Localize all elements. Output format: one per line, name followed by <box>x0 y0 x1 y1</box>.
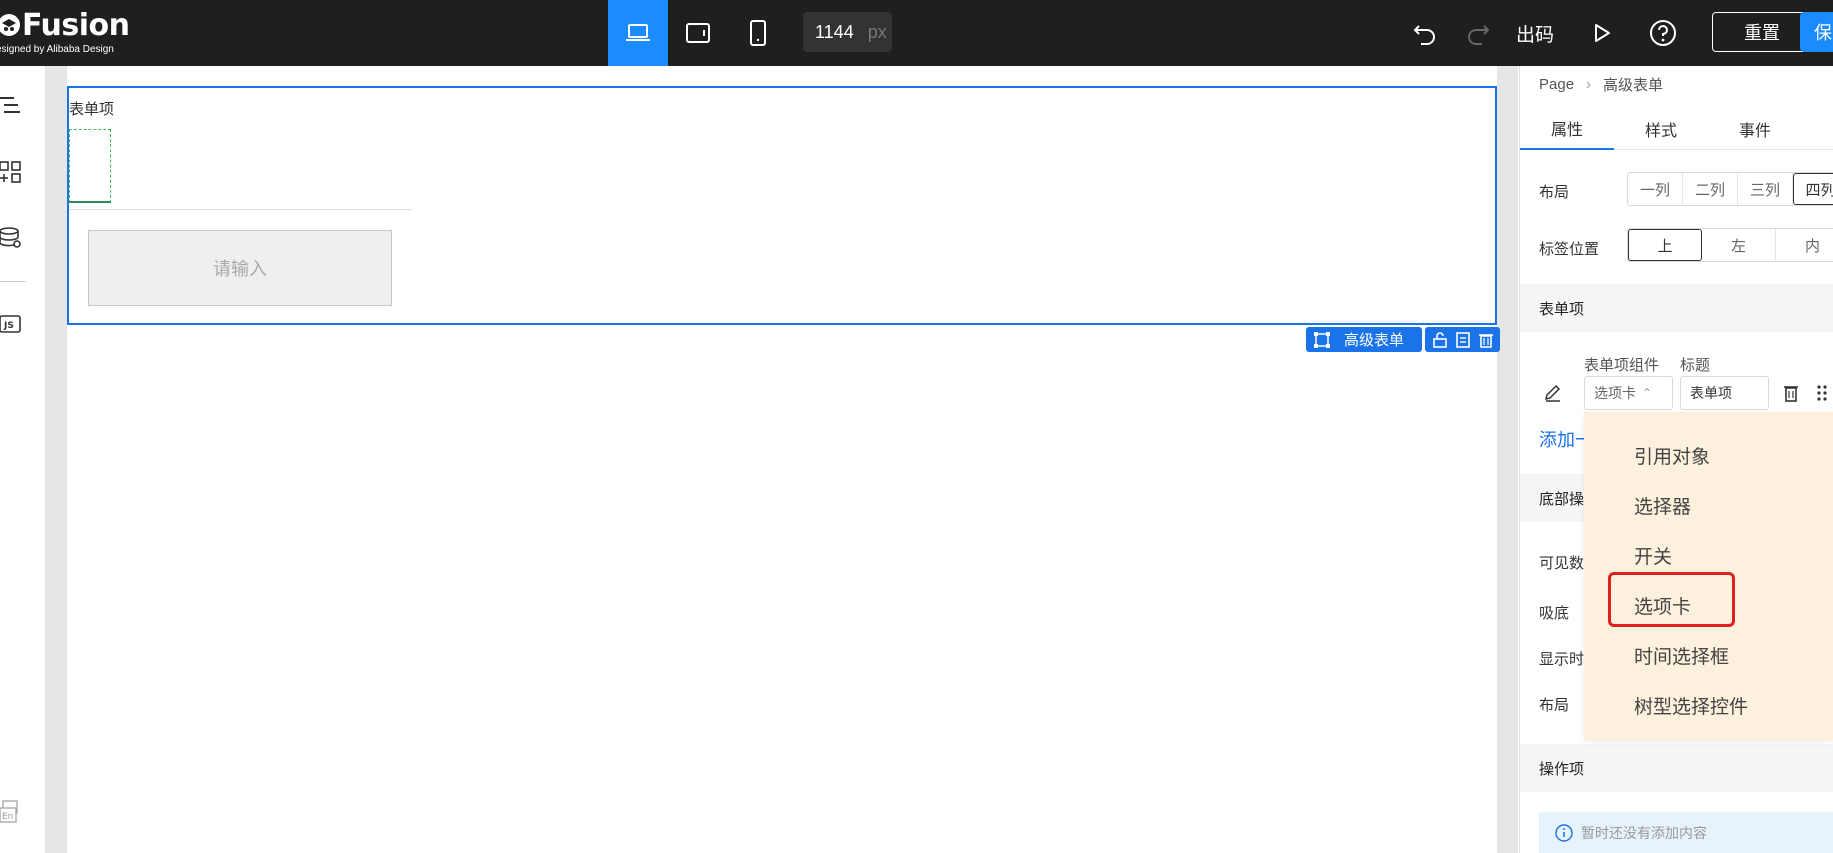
redo-icon <box>1468 25 1490 45</box>
layout-option-4[interactable]: 四列 <box>1793 173 1833 205</box>
copy-icon[interactable] <box>1455 331 1471 348</box>
layout-option-2[interactable]: 二列 <box>1683 173 1738 205</box>
lock-icon[interactable] <box>1432 331 1448 348</box>
tab-events[interactable]: 事件 <box>1708 108 1802 150</box>
label-pos-inside[interactable]: 内 <box>1776 229 1833 261</box>
panel-tabs: 属性 样式 事件 高 <box>1520 108 1833 150</box>
component-select[interactable]: 选项卡 ⌃ <box>1584 376 1673 410</box>
label-position-segmented: 上 左 内 <box>1627 228 1833 262</box>
outline-tree-icon[interactable] <box>0 94 22 118</box>
device-desktop-button[interactable] <box>608 0 668 66</box>
selection-toolbar: 高级表单 <box>1306 327 1500 352</box>
form-item-label: 表单项 <box>69 101 115 118</box>
tab-properties[interactable]: 属性 <box>1520 108 1614 150</box>
canvas-width-unit: px <box>867 21 887 42</box>
frame-icon <box>1314 331 1330 348</box>
svg-text:En: En <box>2 812 13 822</box>
form-items-section[interactable]: 表单项 <box>1520 284 1833 332</box>
trash-icon[interactable] <box>1783 384 1799 402</box>
delete-icon[interactable] <box>1478 332 1494 348</box>
form-item-slot[interactable] <box>69 129 111 203</box>
device-switcher <box>608 0 788 66</box>
logo-subtitle: esigned by Alibaba Design <box>0 44 114 55</box>
selected-component-tag[interactable]: 高级表单 <box>1306 327 1422 352</box>
dropdown-option-select[interactable]: 选择器 <box>1634 492 1691 519</box>
form-divider <box>69 209 412 210</box>
language-icon[interactable]: En <box>0 800 22 824</box>
form-text-input[interactable]: 请输入 <box>88 230 392 306</box>
tab-advanced[interactable]: 高 <box>1802 108 1833 150</box>
logo-title: Fusion <box>22 8 130 43</box>
fusion-logo-icon <box>0 14 20 36</box>
tablet-icon <box>686 23 710 43</box>
label-position-label: 标签位置 <box>1539 241 1600 258</box>
tab-style[interactable]: 样式 <box>1614 108 1708 150</box>
fusion-logo: Fusion esigned by Alibaba Design <box>0 6 130 56</box>
highlight-box <box>1608 572 1735 627</box>
selected-component-name: 高级表单 <box>1344 332 1405 349</box>
dropdown-option-reference-object[interactable]: 引用对象 <box>1634 442 1710 469</box>
dropdown-option-time-picker[interactable]: 时间选择框 <box>1634 642 1729 669</box>
component-select-value: 选项卡 <box>1594 385 1636 401</box>
device-tablet-button[interactable] <box>668 0 728 66</box>
js-code-icon[interactable]: JS <box>0 312 22 336</box>
undo-button[interactable] <box>1405 14 1445 52</box>
components-icon[interactable] <box>0 160 22 184</box>
chevron-right-icon: › <box>1586 75 1592 93</box>
label-pos-left[interactable]: 左 <box>1702 229 1776 261</box>
dropdown-option-switch[interactable]: 开关 <box>1634 542 1672 569</box>
layout-option-3[interactable]: 三列 <box>1738 173 1793 205</box>
breadcrumb-current[interactable]: 高级表单 <box>1603 74 1663 95</box>
svg-text:JS: JS <box>3 321 14 331</box>
advanced-form[interactable]: 表单项 请输入 <box>67 86 1497 325</box>
help-icon <box>1650 20 1676 46</box>
play-icon <box>1595 24 1610 42</box>
visible-count-label: 可见数 <box>1539 555 1585 572</box>
empty-info-text: 暂时还没有添加内容 <box>1581 824 1707 841</box>
selection-actions <box>1425 327 1500 352</box>
drag-handle-icon[interactable] <box>1816 384 1828 402</box>
bottom-layout-label: 布局 <box>1539 697 1570 714</box>
breadcrumb: Page › 高级表单 <box>1539 74 1663 94</box>
component-column-label: 表单项组件 <box>1584 357 1660 374</box>
sidebar-divider <box>0 281 26 282</box>
reset-button[interactable]: 重置 <box>1712 12 1812 52</box>
actions-section[interactable]: 操作项 <box>1520 744 1833 792</box>
layout-label: 布局 <box>1539 184 1570 201</box>
chevron-up-icon: ⌃ <box>1642 386 1653 400</box>
empty-info-message: 暂时还没有添加内容 <box>1539 812 1833 853</box>
layout-segmented: 一列 二列 三列 四列 <box>1627 172 1833 206</box>
show-when-label: 显示时 <box>1539 651 1585 668</box>
canvas-width-input[interactable]: 1144 px <box>803 12 892 52</box>
left-sidebar: JS En <box>0 66 46 853</box>
top-bar: Fusion esigned by Alibaba Design 1144 px <box>0 0 1833 66</box>
phone-icon <box>750 20 766 46</box>
sticky-bottom-label: 吸底 <box>1539 605 1570 622</box>
layout-option-1[interactable]: 一列 <box>1628 173 1683 205</box>
info-icon <box>1555 823 1573 842</box>
title-input[interactable]: 表单项 <box>1680 376 1769 410</box>
title-column-label: 标题 <box>1680 357 1711 374</box>
redo-button[interactable] <box>1458 14 1498 52</box>
canvas-width-value: 1144 <box>815 21 854 42</box>
undo-icon <box>1413 25 1435 45</box>
device-phone-button[interactable] <box>728 0 788 66</box>
edit-icon[interactable] <box>1543 382 1563 402</box>
dropdown-option-tree-select[interactable]: 树型选择控件 <box>1634 692 1748 719</box>
save-button[interactable]: 保 <box>1800 12 1833 52</box>
preview-button[interactable] <box>1582 14 1622 52</box>
label-pos-top[interactable]: 上 <box>1628 229 1702 261</box>
laptop-icon <box>626 24 650 41</box>
help-button[interactable] <box>1643 14 1683 52</box>
breadcrumb-page[interactable]: Page <box>1539 76 1574 93</box>
component-type-dropdown: 引用对象 选择器 开关 选项卡 时间选择框 树型选择控件 <box>1584 412 1833 740</box>
datasource-icon[interactable] <box>0 226 22 250</box>
export-code-button[interactable]: 出码 <box>1516 14 1554 52</box>
